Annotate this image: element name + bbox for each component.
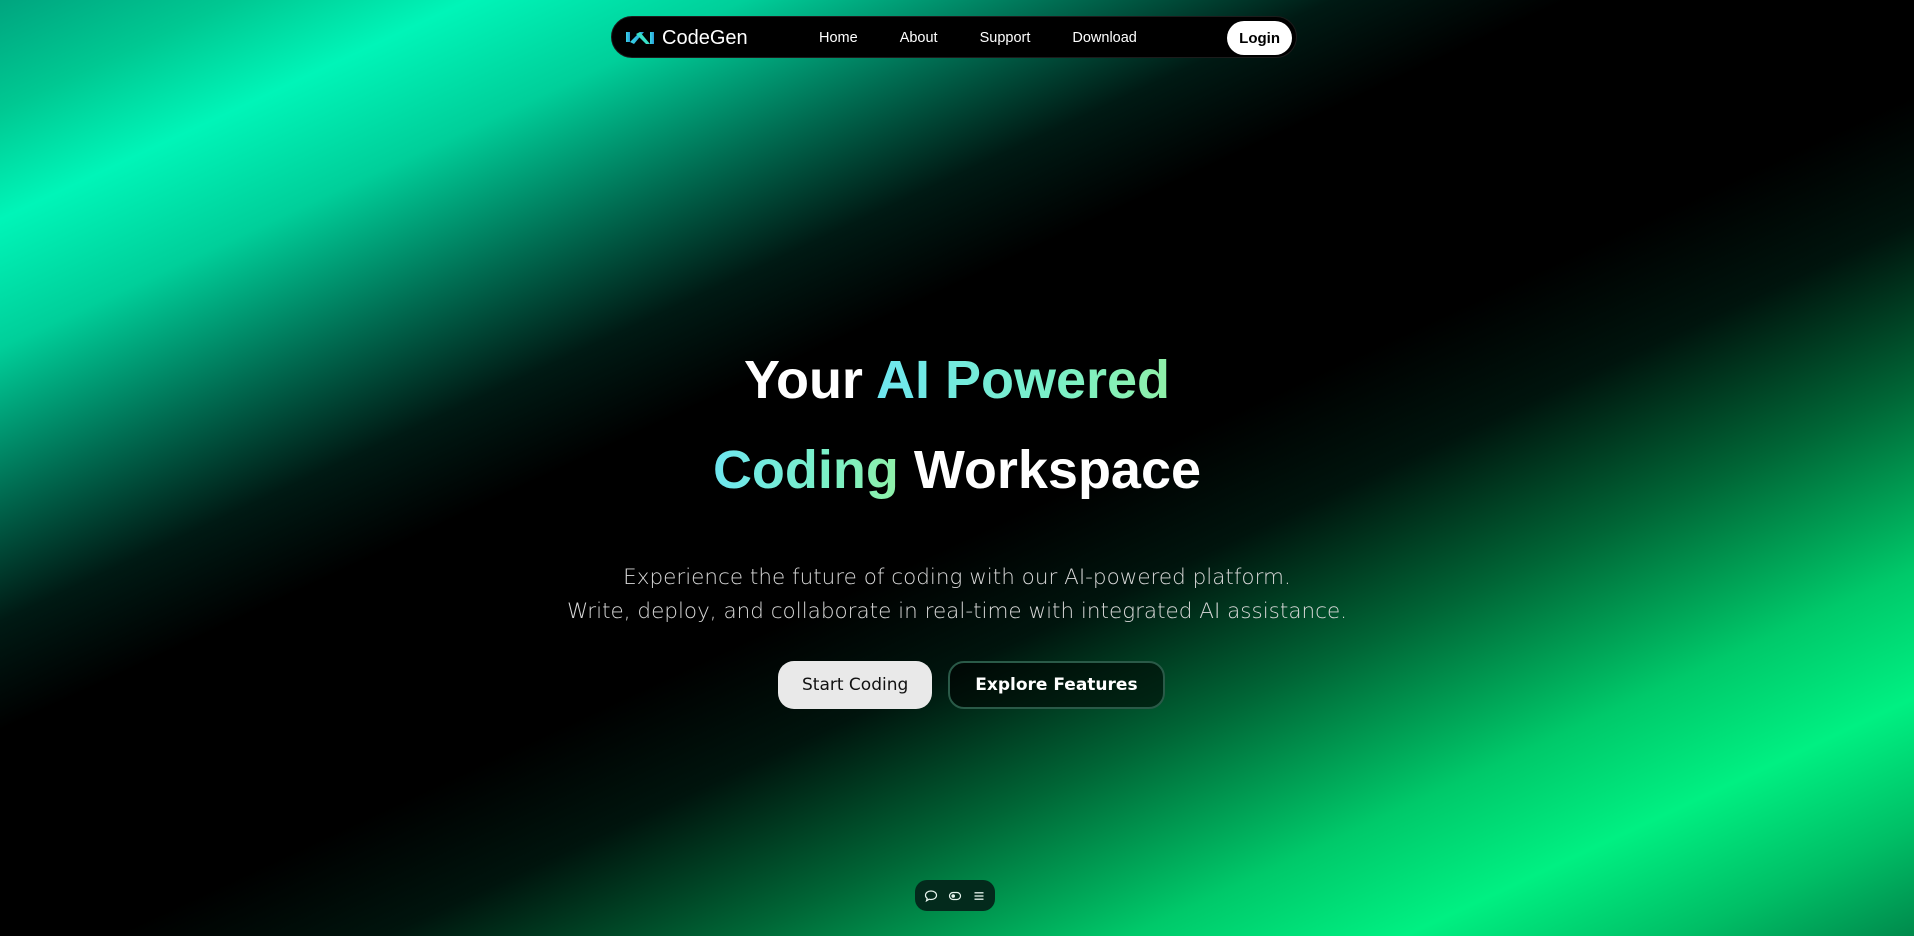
- explore-features-button[interactable]: Explore Features: [948, 661, 1165, 709]
- nav-link-support[interactable]: Support: [980, 30, 1031, 46]
- chat-icon[interactable]: [922, 887, 940, 905]
- nav-link-download[interactable]: Download: [1072, 30, 1137, 46]
- hero-subtitle-line2: Write, deploy, and collaborate in real-t…: [566, 599, 1347, 624]
- hero-title-workspace: Workspace: [898, 440, 1202, 500]
- hero-title-line1: Your AI Powered: [744, 350, 1170, 410]
- hero-title-your: Your: [743, 350, 876, 410]
- hero-title-coding: Coding: [712, 440, 899, 500]
- toggle-icon[interactable]: [946, 887, 964, 905]
- hero-title-ai-powered: AI Powered: [875, 350, 1171, 410]
- hero-subtitle-line1: Experience the future of coding with our…: [623, 565, 1291, 590]
- nav-link-home[interactable]: Home: [819, 30, 858, 46]
- top-navbar: CodeGen Home About Support Download Logi…: [611, 16, 1297, 58]
- nav-link-about[interactable]: About: [900, 30, 938, 46]
- brand[interactable]: CodeGen: [624, 17, 748, 59]
- floating-toolbar: [915, 880, 995, 911]
- page-background: CodeGen Home About Support Download Logi…: [0, 0, 1914, 936]
- start-coding-button[interactable]: Start Coding: [778, 661, 933, 709]
- login-button[interactable]: Login: [1227, 21, 1292, 55]
- hero-title: Your AI Powered Coding Workspace: [0, 335, 1914, 515]
- menu-icon[interactable]: [970, 887, 988, 905]
- nav-links: Home About Support Download: [819, 17, 1179, 59]
- hero-title-line2: Coding Workspace: [713, 440, 1201, 500]
- hero-subtitle: Experience the future of coding with our…: [0, 561, 1914, 629]
- cta-row: Start Coding Explore Features: [778, 661, 1165, 709]
- brand-name: CodeGen: [662, 26, 748, 49]
- codegen-logo-icon: [626, 32, 654, 44]
